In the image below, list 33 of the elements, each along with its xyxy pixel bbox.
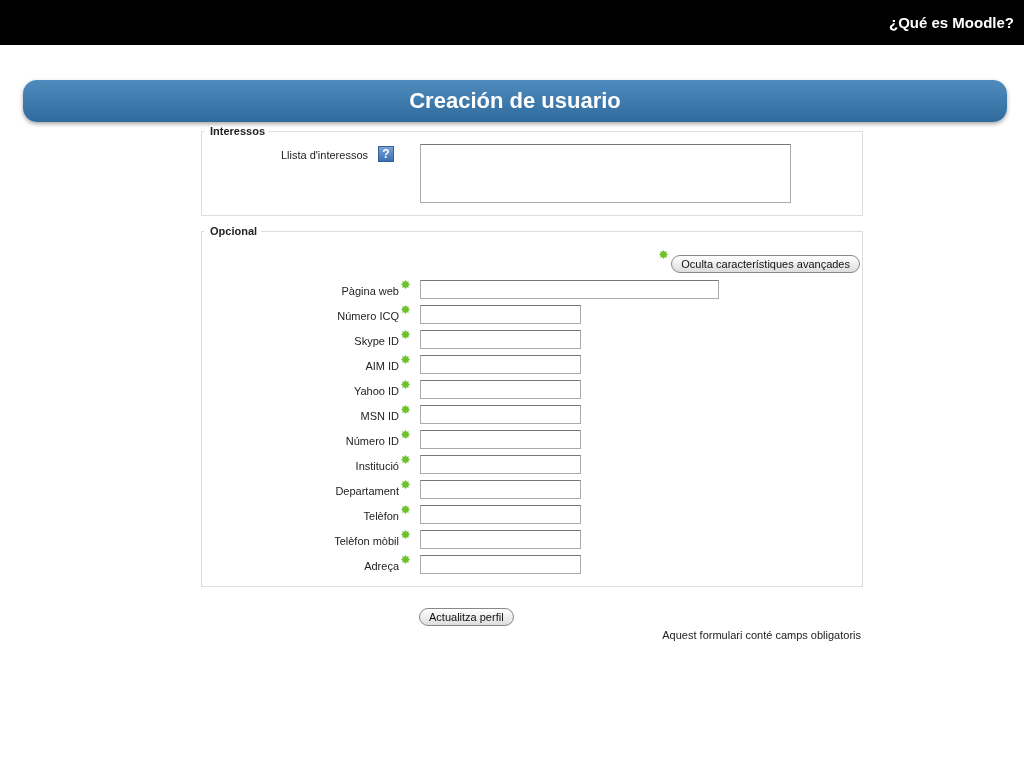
text-area[interactable] — [420, 144, 791, 203]
input-field[interactable] — [420, 280, 719, 299]
field-label: Llista d'interessos — [280, 149, 368, 161]
input-field[interactable] — [420, 355, 581, 374]
slide-header-title: ¿Qué es Moodle? — [889, 14, 1014, 31]
section-legend: Interessos — [204, 125, 270, 137]
input-field[interactable] — [420, 480, 581, 499]
field-label: AIM ID — [365, 360, 399, 372]
input-field[interactable] — [420, 505, 581, 524]
field-label: Adreça — [364, 560, 399, 572]
toggle-advanced-button[interactable]: Oculta característiques avançades — [671, 255, 860, 273]
field-label: Skype ID — [354, 335, 399, 347]
input-field[interactable] — [420, 430, 581, 449]
field-label: Institució — [355, 460, 399, 472]
field-label: Pàgina web — [341, 285, 399, 297]
input-field[interactable] — [420, 530, 581, 549]
field-label: MSN ID — [360, 410, 399, 422]
slide-title-banner: Creación de usuario — [23, 80, 1007, 122]
input-field[interactable] — [420, 555, 581, 574]
input-field[interactable] — [420, 330, 581, 349]
update-profile-button[interactable]: Actualitza perfil — [419, 608, 514, 626]
field-label: Número ID — [345, 435, 399, 447]
field-label: Telèfon — [363, 510, 399, 522]
input-field[interactable] — [420, 305, 581, 324]
section-legend: Opcional — [204, 225, 262, 237]
field-label: Número ICQ — [337, 310, 399, 322]
input-field[interactable] — [420, 405, 581, 424]
field-label: Departament — [335, 485, 399, 497]
field-label: Yahoo ID — [353, 385, 399, 397]
input-field[interactable] — [420, 380, 581, 399]
input-field[interactable] — [420, 455, 581, 474]
field-label: Telèfon mòbil — [334, 535, 399, 547]
required-fields-note: Aquest formulari conté camps obligatoris — [662, 629, 861, 641]
